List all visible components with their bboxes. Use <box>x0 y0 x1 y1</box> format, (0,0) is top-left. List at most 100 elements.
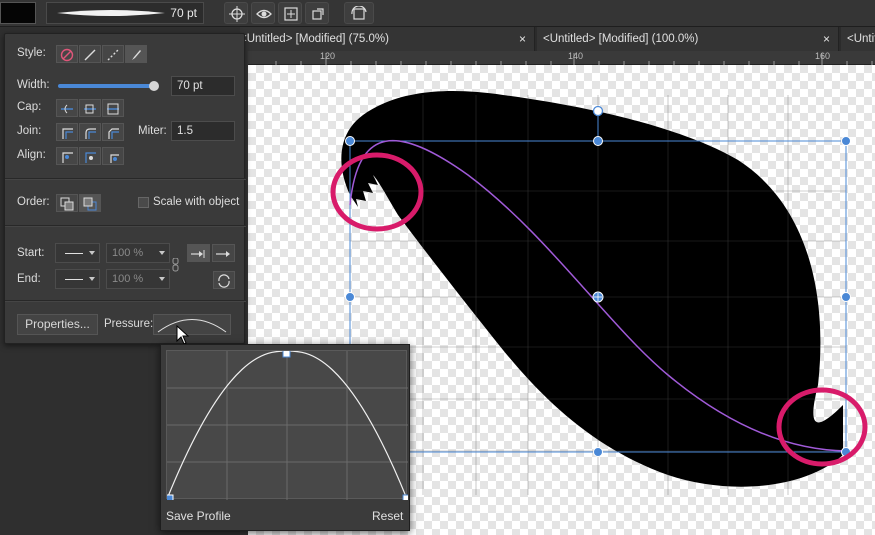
cap-round-button[interactable] <box>79 99 101 117</box>
brush-width-preview[interactable]: 70 pt <box>46 2 204 24</box>
no-stroke-icon <box>60 48 74 62</box>
save-profile-label: Save Profile <box>166 509 231 523</box>
pressure-curve-thumbnail <box>157 319 227 333</box>
save-profile-button[interactable]: Save Profile <box>166 509 231 523</box>
start-arrowhead-dropdown[interactable] <box>55 243 100 263</box>
scale-with-object-label: Scale with object <box>153 196 240 208</box>
top-toolbar: 70 pt <box>0 0 875 27</box>
order-behind-button[interactable] <box>56 194 78 212</box>
panel-divider <box>5 225 246 227</box>
line-preview-icon <box>65 279 83 280</box>
width-slider-fill <box>58 84 154 88</box>
scale-with-object-checkbox[interactable] <box>138 197 149 208</box>
align-center-stroke-icon <box>62 152 73 163</box>
cap-label: Cap: <box>17 101 42 113</box>
style-brush-button[interactable] <box>125 45 147 63</box>
horizontal-ruler: 120 140 160 <box>248 51 875 65</box>
rotate-button[interactable] <box>344 2 374 24</box>
stroke-behind-icon <box>60 197 74 211</box>
close-icon[interactable]: × <box>519 27 526 51</box>
curve-node[interactable] <box>282 351 291 358</box>
line-preview-icon <box>65 253 83 254</box>
selection-handle[interactable] <box>593 136 603 146</box>
width-slider-track[interactable] <box>58 81 159 91</box>
end-arrowhead-dropdown[interactable] <box>55 269 100 289</box>
align-inside-button[interactable] <box>79 147 101 165</box>
brush-stroke-shape[interactable] <box>341 91 843 487</box>
selection-handle[interactable] <box>345 136 355 146</box>
swap-icon <box>218 274 230 288</box>
tab-document-2[interactable]: <Untitled> [Modified] (100.0%) × <box>537 27 839 51</box>
arrowhead-inside-button[interactable] <box>187 244 210 262</box>
round-join-icon <box>85 128 96 139</box>
snapping-button[interactable] <box>224 2 248 24</box>
fill-color-swatch[interactable] <box>0 2 36 24</box>
cap-square-button[interactable] <box>102 99 124 117</box>
selection-handle[interactable] <box>345 292 355 302</box>
swap-arrowheads-button[interactable] <box>213 271 235 289</box>
view-mode-button[interactable] <box>251 2 275 24</box>
brush-width-value: 70 pt <box>170 6 197 20</box>
dashed-line-icon <box>107 49 119 61</box>
tab-document-3[interactable]: <Untitl <box>841 27 875 51</box>
width-value: 70 pt <box>177 80 203 92</box>
transform-icon <box>312 8 324 20</box>
panel-divider <box>5 300 246 302</box>
pressure-curve-button[interactable] <box>153 314 231 335</box>
ruler-label-120: 120 <box>320 51 336 61</box>
move-arrows-icon <box>284 7 298 21</box>
tab-label: <Untitled> [Modified] (100.0%) <box>543 33 699 45</box>
align-inside-stroke-icon <box>85 152 96 163</box>
join-round-button[interactable] <box>79 123 101 141</box>
curve-node[interactable] <box>167 494 174 500</box>
ruler-label-160: 160 <box>815 51 831 61</box>
start-scale-value: 100 % <box>112 247 144 259</box>
curve-node[interactable] <box>402 494 408 500</box>
miter-value: 1.5 <box>177 125 193 137</box>
align-center-button[interactable] <box>56 147 78 165</box>
tab-document-1[interactable]: <Untitled> [Modified] (75.0%) × <box>240 27 535 51</box>
brush-stroke-preview-icon <box>57 10 165 16</box>
pressure-curve-editor[interactable] <box>166 350 408 500</box>
end-scale-dropdown[interactable]: 100 % <box>106 269 170 289</box>
arrowhead-outside-button[interactable] <box>212 244 235 262</box>
selection-handle[interactable] <box>593 447 603 457</box>
brush-icon <box>132 50 141 60</box>
center-handle[interactable] <box>592 291 604 303</box>
order-front-button[interactable] <box>79 194 101 212</box>
selection-handle[interactable] <box>841 136 851 146</box>
width-slider-thumb[interactable] <box>149 81 159 91</box>
rotate-handle[interactable] <box>592 105 604 117</box>
style-dashed-button[interactable] <box>102 45 124 63</box>
stroke-front-icon <box>83 197 97 211</box>
butt-cap-icon <box>61 104 73 114</box>
miter-join-icon <box>62 128 73 139</box>
close-icon[interactable]: × <box>823 27 830 51</box>
width-field[interactable]: 70 pt <box>171 76 235 96</box>
link-icon[interactable] <box>172 258 180 272</box>
properties-button[interactable]: Properties... <box>17 314 98 335</box>
style-none-button[interactable] <box>56 45 78 63</box>
miter-label: Miter: <box>138 125 167 137</box>
reset-button[interactable]: Reset <box>372 509 403 523</box>
join-bevel-button[interactable] <box>102 123 124 141</box>
join-miter-button[interactable] <box>56 123 78 141</box>
align-outside-button[interactable] <box>102 147 124 165</box>
bevel-join-icon <box>108 128 119 139</box>
end-scale-value: 100 % <box>112 273 144 285</box>
cap-butt-button[interactable] <box>56 99 78 117</box>
start-label: Start: <box>17 247 45 259</box>
start-scale-dropdown[interactable]: 100 % <box>106 243 170 263</box>
align-button[interactable] <box>278 2 302 24</box>
mouse-cursor-icon <box>176 325 190 345</box>
tab-label: <Untitled> [Modified] (75.0%) <box>240 33 389 45</box>
transform-button[interactable] <box>305 2 329 24</box>
miter-field[interactable]: 1.5 <box>171 121 235 141</box>
style-solid-button[interactable] <box>79 45 101 63</box>
arrow-outside-icon <box>216 251 230 257</box>
selection-handle[interactable] <box>841 292 851 302</box>
ruler-label-140: 140 <box>568 51 584 61</box>
reset-label: Reset <box>372 509 404 523</box>
pressure-curve-graph <box>167 351 408 500</box>
join-label: Join: <box>17 125 42 137</box>
